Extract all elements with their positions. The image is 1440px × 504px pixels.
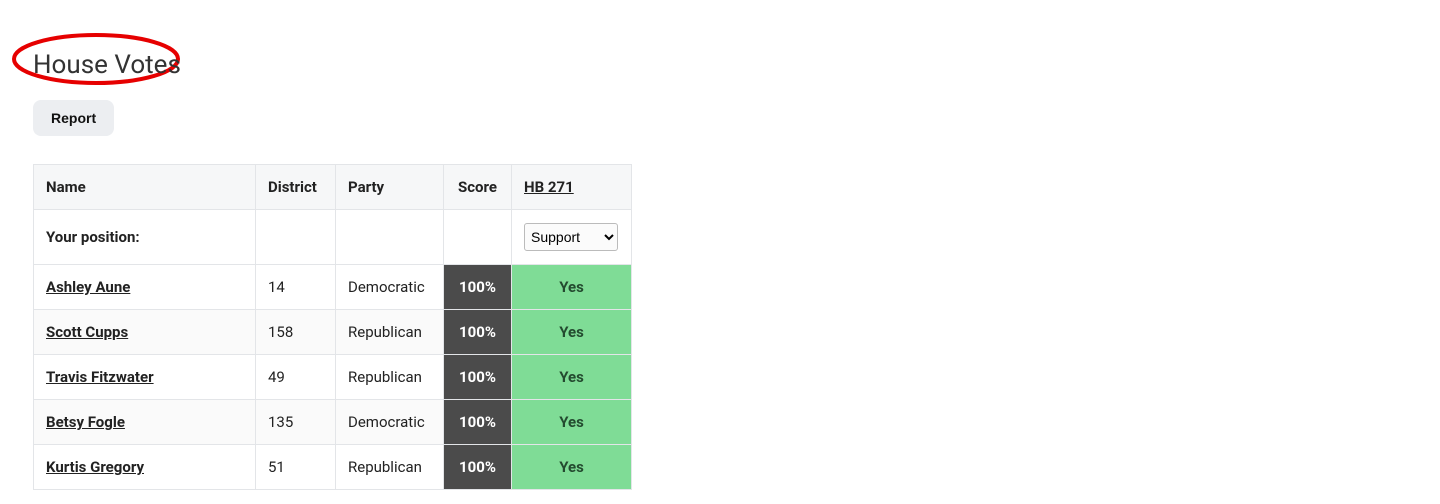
position-select[interactable]: Support xyxy=(524,223,618,251)
legislator-link[interactable]: Scott Cupps xyxy=(46,323,128,341)
legislator-link[interactable]: Ashley Aune xyxy=(46,278,130,296)
table-row: Travis Fitzwater 49 Republican 100% Yes xyxy=(34,355,632,400)
table-row: Scott Cupps 158 Republican 100% Yes xyxy=(34,310,632,355)
party-cell: Democratic xyxy=(336,400,444,445)
votes-table: Name District Party Score HB 271 Your po… xyxy=(33,164,632,490)
district-cell: 51 xyxy=(256,445,336,490)
col-score: Score xyxy=(444,165,512,210)
score-cell: 100% xyxy=(444,265,512,310)
district-cell: 49 xyxy=(256,355,336,400)
vote-cell: Yes xyxy=(512,355,632,400)
score-cell: 100% xyxy=(444,400,512,445)
score-cell: 100% xyxy=(444,445,512,490)
table-row: Ashley Aune 14 Democratic 100% Yes xyxy=(34,265,632,310)
col-party: Party xyxy=(336,165,444,210)
party-cell: Republican xyxy=(336,355,444,400)
col-bill: HB 271 xyxy=(512,165,632,210)
score-cell: 100% xyxy=(444,310,512,355)
score-cell: 100% xyxy=(444,355,512,400)
legislator-link[interactable]: Betsy Fogle xyxy=(46,413,125,431)
bill-link[interactable]: HB 271 xyxy=(524,178,574,196)
col-district: District xyxy=(256,165,336,210)
report-button[interactable]: Report xyxy=(33,100,114,136)
table-row: Kurtis Gregory 51 Republican 100% Yes xyxy=(34,445,632,490)
vote-cell: Yes xyxy=(512,265,632,310)
position-label: Your position: xyxy=(34,210,256,265)
col-name: Name xyxy=(34,165,256,210)
district-cell: 135 xyxy=(256,400,336,445)
district-cell: 14 xyxy=(256,265,336,310)
party-cell: Republican xyxy=(336,445,444,490)
legislator-link[interactable]: Kurtis Gregory xyxy=(46,458,144,476)
vote-cell: Yes xyxy=(512,310,632,355)
district-cell: 158 xyxy=(256,310,336,355)
vote-cell: Yes xyxy=(512,445,632,490)
table-row: Betsy Fogle 135 Democratic 100% Yes xyxy=(34,400,632,445)
legislator-link[interactable]: Travis Fitzwater xyxy=(46,368,154,386)
vote-cell: Yes xyxy=(512,400,632,445)
party-cell: Republican xyxy=(336,310,444,355)
page-title: House Votes xyxy=(33,50,181,80)
party-cell: Democratic xyxy=(336,265,444,310)
position-row: Your position: Support xyxy=(34,210,632,265)
